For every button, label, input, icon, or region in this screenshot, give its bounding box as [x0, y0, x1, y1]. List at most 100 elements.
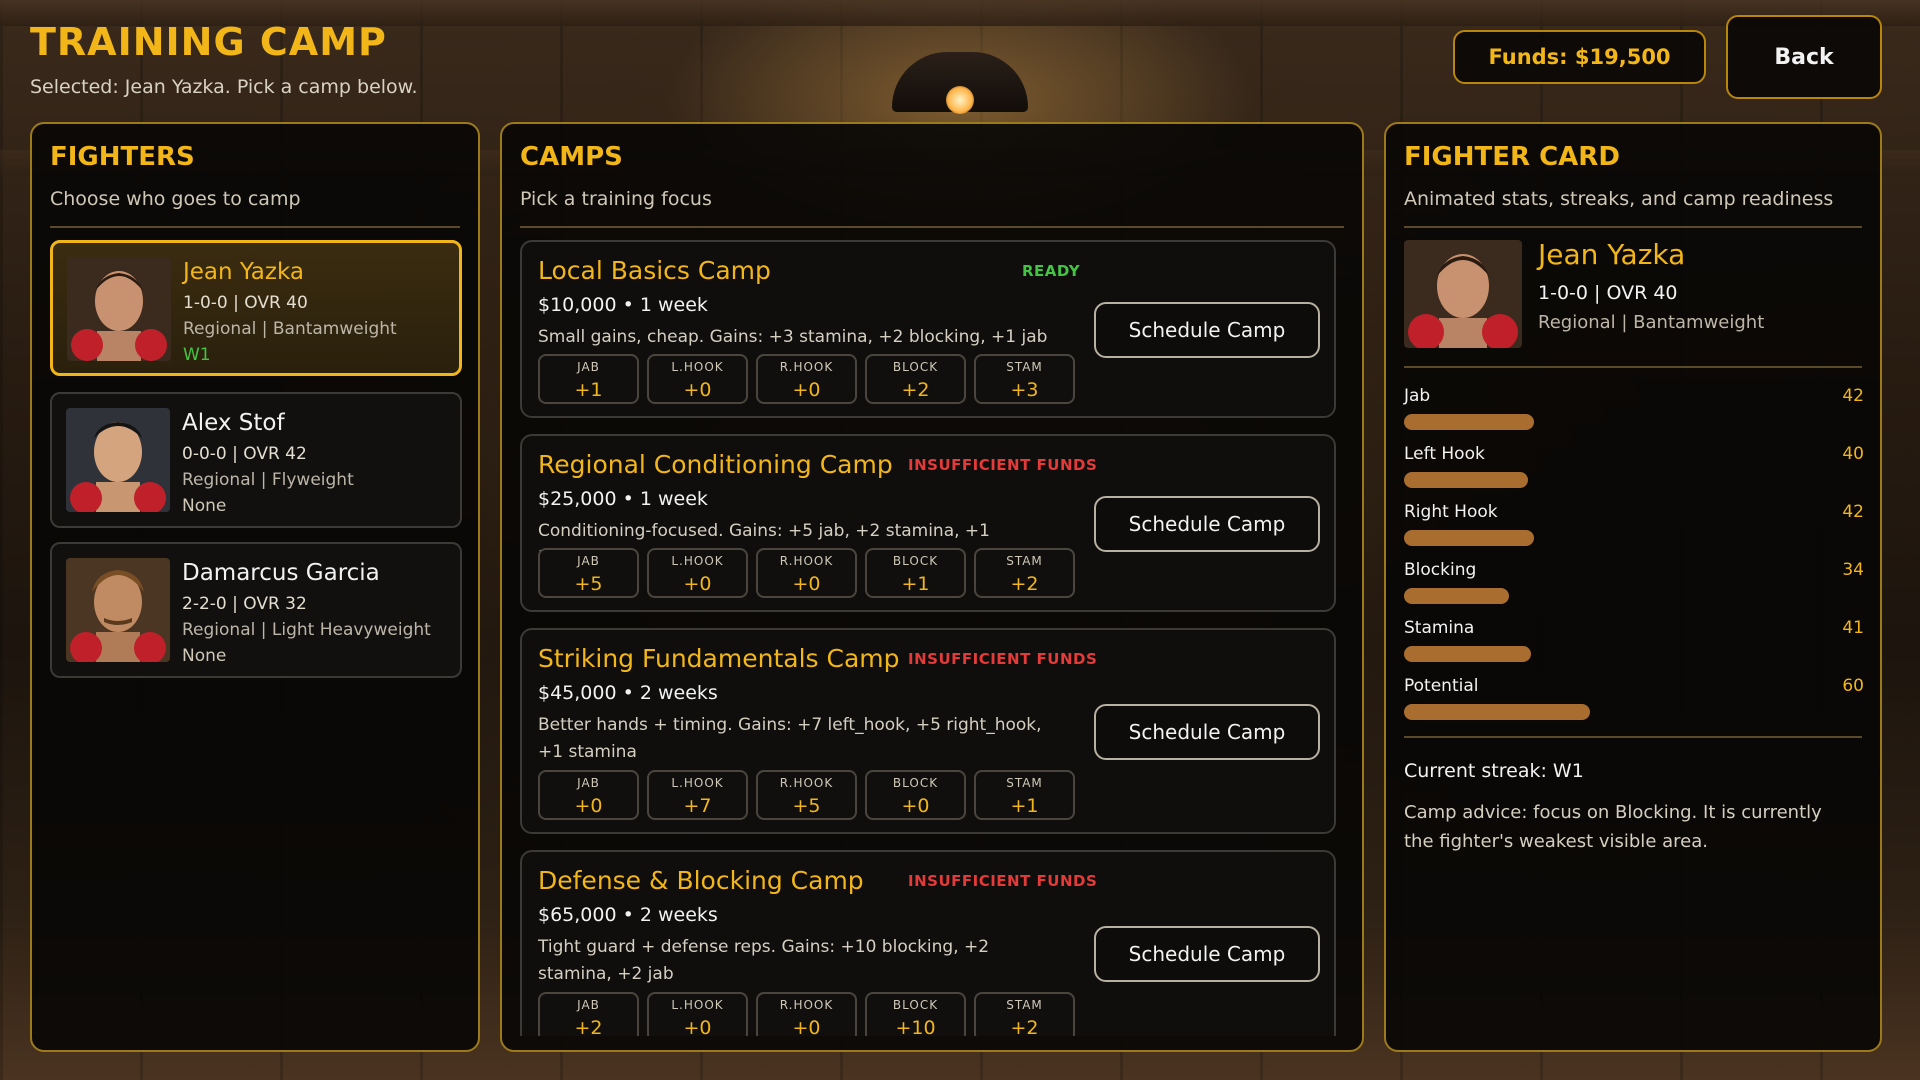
gain-label: JAB [577, 554, 600, 568]
camp-name: Regional Conditioning Camp [538, 450, 893, 479]
current-streak: Current streak: W1 [1404, 760, 1584, 782]
fighter-item-jean-yazka[interactable]: Jean Yazka 1-0-0 | OVR 40 Regional | Ban… [50, 240, 462, 376]
gain-stamina: STAM +1 [974, 770, 1075, 820]
stat-label: Potential [1404, 676, 1479, 696]
gain-jab: JAB +0 [538, 770, 639, 820]
gain-stamina: STAM +3 [974, 354, 1075, 404]
stat-label: Jab [1404, 386, 1431, 406]
gain-left-hook: L.HOOK +0 [647, 548, 748, 598]
gain-value: +0 [792, 1017, 821, 1036]
fighter-item-alex-stof[interactable]: Alex Stof 0-0-0 | OVR 42 Regional | Flyw… [50, 392, 462, 528]
fighter-portrait [66, 408, 170, 512]
stat-bar [1404, 704, 1590, 720]
stat-value: 42 [1842, 386, 1864, 406]
gain-label: BLOCK [892, 554, 939, 568]
gain-value: +0 [683, 1017, 712, 1036]
camp-description: Better hands + timing. Gains: +7 left_ho… [538, 715, 1042, 762]
divider [50, 226, 460, 228]
fighter-card-subtitle: Animated stats, streaks, and camp readin… [1404, 188, 1834, 210]
camp-cost: $45,000 • 2 weeks [538, 682, 718, 704]
schedule-camp-button[interactable]: Schedule Camp [1094, 926, 1320, 982]
gain-value: +1 [574, 379, 603, 401]
fighter-record: 1-0-0 | OVR 40 [183, 293, 308, 313]
gain-label: L.HOOK [671, 776, 724, 790]
gain-value: +10 [895, 1017, 936, 1036]
stat-label: Stamina [1404, 618, 1475, 638]
fighter-division: Regional | Light Heavyweight [182, 620, 431, 640]
camp-status-badge: INSUFFICIENT FUNDS [908, 456, 1098, 474]
gain-value: +1 [901, 573, 930, 595]
lamp-bulb [946, 86, 974, 114]
fighter-item-damarcus-garcia[interactable]: Damarcus Garcia 2-2-0 | OVR 32 Regional … [50, 542, 462, 678]
gain-label: BLOCK [892, 998, 939, 1012]
fighter-name: Alex Stof [182, 410, 285, 436]
camp-card-regional-conditioning: Regional Conditioning Camp INSUFFICIENT … [520, 434, 1336, 612]
funds-display: Funds: $19,500 [1453, 30, 1706, 84]
gain-label: JAB [577, 998, 600, 1012]
camp-card-striking-fundamentals: Striking Fundamentals Camp INSUFFICIENT … [520, 628, 1336, 834]
camp-name: Defense & Blocking Camp [538, 866, 864, 895]
fighter-name: Jean Yazka [183, 259, 304, 285]
page-subtitle: Selected: Jean Yazka. Pick a camp below. [30, 76, 418, 98]
fighter-card-record: 1-0-0 | OVR 40 [1538, 282, 1678, 304]
gain-left-hook: L.HOOK +7 [647, 770, 748, 820]
camps-list[interactable]: Local Basics Camp READY $10,000 • 1 week… [520, 240, 1338, 1036]
schedule-camp-button[interactable]: Schedule Camp [1094, 302, 1320, 358]
stat-bar [1404, 472, 1528, 488]
stat-potential: Potential 60 [1404, 676, 1864, 726]
fighters-subtitle: Choose who goes to camp [50, 188, 301, 210]
divider [1404, 226, 1862, 228]
camp-status-badge: INSUFFICIENT FUNDS [908, 650, 1098, 668]
gain-value: +7 [683, 795, 712, 817]
fighter-record: 2-2-0 | OVR 32 [182, 594, 307, 614]
stat-stamina: Stamina 41 [1404, 618, 1864, 668]
gain-right-hook: R.HOOK +0 [756, 548, 857, 598]
stat-value: 60 [1842, 676, 1864, 696]
fighter-portrait [66, 558, 170, 662]
camp-name: Local Basics Camp [538, 256, 771, 285]
fighter-streak: None [182, 496, 227, 516]
fighter-streak: W1 [183, 345, 211, 365]
gain-label: STAM [1006, 998, 1043, 1012]
gain-label: BLOCK [892, 360, 939, 374]
stat-label: Blocking [1404, 560, 1477, 580]
gain-label: STAM [1006, 776, 1043, 790]
schedule-camp-button[interactable]: Schedule Camp [1094, 496, 1320, 552]
gain-jab: JAB +2 [538, 992, 639, 1036]
gain-stamina: STAM +2 [974, 992, 1075, 1036]
gain-block: BLOCK +10 [865, 992, 966, 1036]
fighter-card-title: FIGHTER CARD [1404, 142, 1620, 172]
gain-value: +0 [901, 795, 930, 817]
fighter-streak: None [182, 646, 227, 666]
camp-name: Striking Fundamentals Camp [538, 644, 900, 673]
gain-value: +5 [574, 573, 603, 595]
divider [1404, 736, 1862, 738]
fighter-division: Regional | Bantamweight [183, 319, 397, 339]
gain-label: R.HOOK [779, 554, 834, 568]
fighter-card-division: Regional | Bantamweight [1538, 312, 1765, 333]
fighter-division: Regional | Flyweight [182, 470, 354, 490]
camp-gains: JAB +0 L.HOOK +7 R.HOOK +5 BLOCK +0 STAM +1 [538, 770, 1075, 820]
stat-value: 34 [1842, 560, 1864, 580]
gain-value: +0 [574, 795, 603, 817]
stat-left-hook: Left Hook 40 [1404, 444, 1864, 494]
stat-value: 42 [1842, 502, 1864, 522]
fighter-card-portrait [1404, 240, 1522, 348]
camps-subtitle: Pick a training focus [520, 188, 712, 210]
camp-cost: $10,000 • 1 week [538, 294, 708, 316]
camp-gains: JAB +1 L.HOOK +0 R.HOOK +0 BLOCK +2 STAM +3 [538, 354, 1075, 404]
gain-block: BLOCK +2 [865, 354, 966, 404]
gain-value: +2 [1010, 573, 1039, 595]
schedule-camp-button[interactable]: Schedule Camp [1094, 704, 1320, 760]
gain-jab: JAB +5 [538, 548, 639, 598]
gain-label: R.HOOK [779, 360, 834, 374]
stat-blocking: Blocking 34 [1404, 560, 1864, 610]
gain-value: +1 [1010, 795, 1039, 817]
gain-value: +2 [1010, 1017, 1039, 1036]
divider [1404, 366, 1862, 368]
back-button[interactable]: Back [1726, 15, 1882, 99]
gain-value: +2 [574, 1017, 603, 1036]
stat-label: Left Hook [1404, 444, 1485, 464]
fighters-title: FIGHTERS [50, 142, 195, 172]
divider [520, 226, 1344, 228]
